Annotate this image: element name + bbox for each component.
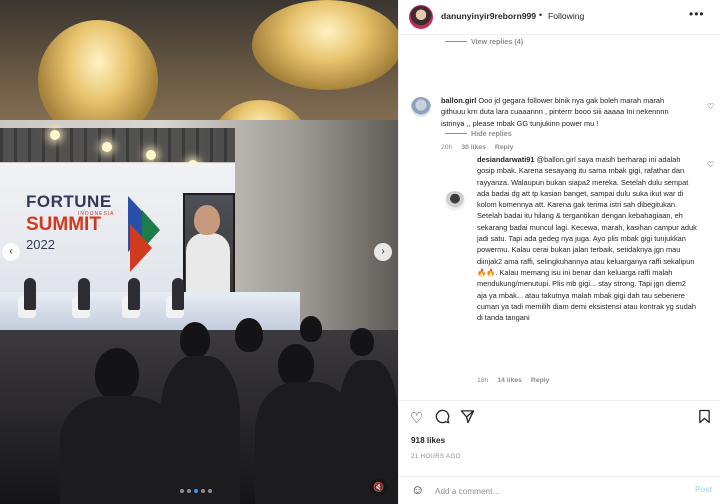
audience-shoulder xyxy=(338,360,398,504)
event-brand-year: 2022 xyxy=(26,237,55,252)
reply-button[interactable]: Reply xyxy=(495,144,514,151)
event-brand-subtitle: INDONESIA xyxy=(78,211,115,217)
avatar[interactable] xyxy=(445,191,465,211)
more-horizontal-icon[interactable]: ••• xyxy=(689,7,705,21)
post-username[interactable]: danunyinyir9reborn999 xyxy=(441,11,536,21)
chandelier xyxy=(252,0,398,90)
event-brand-title: FORTUNE xyxy=(26,192,112,211)
comment-likes[interactable]: 14 likes xyxy=(497,377,522,384)
comment-body: @ballon.girl saya masih berharap ini ada… xyxy=(477,155,697,323)
audience-head xyxy=(278,344,314,386)
stage-light xyxy=(102,142,112,152)
audience-shoulder xyxy=(160,356,240,504)
header-separator: • xyxy=(539,10,543,20)
next-slide-button[interactable]: › xyxy=(374,243,392,261)
post-media[interactable]: FORTUNE INDONESIA SUMMIT 2022 ‹ › 🔇 xyxy=(0,0,398,504)
audience-head xyxy=(180,322,210,358)
speaker-figure xyxy=(186,233,230,299)
comment-like-icon[interactable]: ♡ xyxy=(707,160,714,169)
audience-head xyxy=(350,328,374,356)
reply-button[interactable]: Reply xyxy=(531,377,550,384)
slide-dot xyxy=(194,489,198,493)
comment-icon[interactable] xyxy=(435,409,450,428)
heart-icon[interactable]: ♡ xyxy=(410,409,423,427)
slide-indicator xyxy=(180,489,212,493)
avatar[interactable] xyxy=(409,5,433,29)
comment-meta: 20h 30 likes Reply xyxy=(441,144,513,151)
following-button[interactable]: Following xyxy=(548,11,584,21)
thread-line xyxy=(445,133,467,134)
comment-text: ballon.girl Ooo jd gegara follower binik… xyxy=(441,95,689,129)
comment-input[interactable] xyxy=(435,483,675,499)
bookmark-icon[interactable] xyxy=(698,409,711,428)
panelist-figure xyxy=(172,278,184,310)
event-brand: FORTUNE INDONESIA SUMMIT 2022 xyxy=(26,192,115,252)
stage-light xyxy=(50,130,60,140)
lighting-truss xyxy=(0,128,235,162)
emoji-icon[interactable]: ☺ xyxy=(411,482,424,497)
post-panel: danunyinyir9reborn999 • Following ••• Vi… xyxy=(398,0,720,504)
view-replies-button[interactable]: View replies (4) xyxy=(471,37,523,46)
hide-replies-button[interactable]: Hide replies xyxy=(471,129,512,138)
comment-meta: 18h 14 likes Reply xyxy=(477,377,549,384)
avatar[interactable] xyxy=(411,97,431,117)
post-timestamp: 21 HOURS AGO xyxy=(411,453,461,460)
comment-body: Ooo jd gegara follower binik nya gak bol… xyxy=(441,96,669,128)
comment-username[interactable]: desiandarwati91 xyxy=(477,155,535,164)
comments-list[interactable]: View replies (4) ballon.girl Ooo jd gega… xyxy=(399,36,720,400)
mute-icon[interactable]: 🔇 xyxy=(370,478,388,496)
audience-head xyxy=(300,316,322,342)
slide-dot xyxy=(180,489,184,493)
add-comment-bar: ☺ Post xyxy=(399,476,720,504)
brand-chevron-shape xyxy=(130,224,152,272)
post-button[interactable]: Post xyxy=(695,485,712,494)
comment-likes[interactable]: 30 likes xyxy=(461,144,486,151)
comment-time: 18h xyxy=(477,377,489,384)
slide-dot xyxy=(187,489,191,493)
comment-time: 20h xyxy=(441,144,453,151)
slide-dot xyxy=(201,489,205,493)
likes-count[interactable]: 918 likes xyxy=(411,436,445,445)
comment-text: desiandarwati91 @ballon.girl saya masih … xyxy=(477,154,697,323)
audience-head xyxy=(235,318,263,352)
previous-slide-button[interactable]: ‹ xyxy=(2,243,20,261)
thread-line xyxy=(445,41,467,42)
stage-light xyxy=(146,150,156,160)
share-icon[interactable] xyxy=(460,409,475,428)
post-header: danunyinyir9reborn999 • Following ••• xyxy=(399,0,720,35)
panelist-figure xyxy=(24,278,36,310)
slide-dot xyxy=(208,489,212,493)
audience-head xyxy=(95,348,139,400)
speaker-figure xyxy=(194,205,220,235)
post-actions: ♡ 918 likes 21 HOURS AGO xyxy=(399,400,720,476)
comment-username[interactable]: ballon.girl xyxy=(441,96,476,105)
panelist-figure xyxy=(78,278,90,310)
comment-like-icon[interactable]: ♡ xyxy=(707,102,714,111)
event-brand-summit: SUMMIT xyxy=(26,214,101,235)
panelist-figure xyxy=(128,278,140,310)
